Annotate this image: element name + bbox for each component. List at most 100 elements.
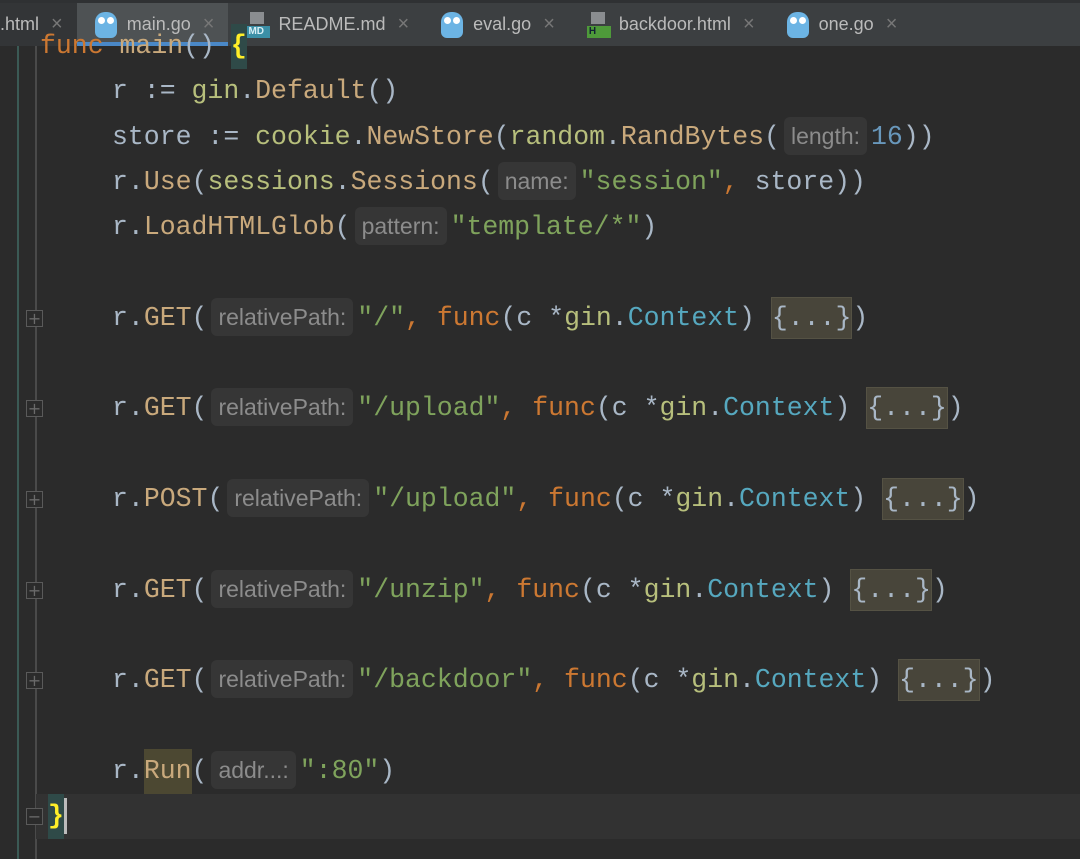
gutter-fold-line xyxy=(35,46,37,859)
code-token-ident: ) xyxy=(866,665,899,696)
code-token-ident: (c * xyxy=(579,574,644,605)
code-token-str: "/upload" xyxy=(357,393,501,424)
folded-block[interactable]: {...} xyxy=(866,387,948,430)
code-line[interactable]: r.LoadHTMLGlob(pattern: "template/*") xyxy=(112,205,657,250)
code-line[interactable]: } xyxy=(48,794,67,840)
code-token-ident: ( xyxy=(477,166,494,197)
parameter-hint: relativePath: xyxy=(227,479,370,517)
gopher-icon xyxy=(786,11,809,38)
code-token-ident: . xyxy=(611,302,628,333)
folded-block[interactable]: {...} xyxy=(898,659,980,702)
expand-fold-icon[interactable]: + xyxy=(26,581,43,599)
parameter-hint: pattern: xyxy=(354,207,447,246)
code-token-ident: ( xyxy=(191,665,208,696)
code-token-pkg: gin xyxy=(191,76,240,107)
code-token-func: LoadHTMLGlob xyxy=(143,212,335,243)
code-token-type: Context xyxy=(723,393,835,424)
tab-label: .html xyxy=(0,14,40,34)
code-token-ident: ) xyxy=(850,484,883,514)
code-token-ident: r. xyxy=(112,302,144,333)
code-token-ident: ) xyxy=(834,393,867,424)
code-token-ident: (c * xyxy=(627,665,692,696)
code-token-str: "session" xyxy=(579,166,723,197)
code-token-ident: (c * xyxy=(611,484,676,514)
code-token-ident: () xyxy=(183,31,231,61)
code-token-func: Default xyxy=(255,76,367,107)
code-token-kw: func xyxy=(40,31,120,61)
expand-fold-icon[interactable]: + xyxy=(26,491,43,508)
code-line[interactable]: r.Run(addr...: ":80") xyxy=(112,748,395,794)
code-token-ident: r. xyxy=(112,574,144,605)
code-token-func: GET xyxy=(143,302,192,333)
code-token-ident: store)) xyxy=(754,166,866,197)
close-icon[interactable]: × xyxy=(397,13,409,36)
code-token-func: POST xyxy=(143,484,208,514)
text-caret xyxy=(63,798,67,835)
tab-backdoor-html[interactable]: Hbackdoor.html × xyxy=(569,3,769,46)
code-token-ident: ( xyxy=(493,121,510,152)
code-line[interactable]: r.Use(sessions.Sessions(name: "session", … xyxy=(112,160,866,205)
tab-eval-go[interactable]: eval.go × xyxy=(423,3,569,46)
code-token-num: 16 xyxy=(871,121,903,152)
collapse-fold-icon[interactable]: − xyxy=(26,808,43,826)
code-line[interactable]: r.POST(relativePath: "/upload", func(c *g… xyxy=(112,477,980,522)
close-icon[interactable]: × xyxy=(886,13,898,36)
code-token-kw: func xyxy=(564,665,628,696)
code-token-func: GET xyxy=(143,574,192,605)
code-token-kw: func xyxy=(436,302,501,333)
code-line[interactable]: r.GET(relativePath: "/unzip", func(c *gin… xyxy=(112,568,948,613)
code-token-ident: . xyxy=(605,121,621,152)
code-token-pkg: gin xyxy=(564,302,612,333)
code-line[interactable]: r.GET(relativePath: "/", func(c *gin.Cont… xyxy=(112,296,868,341)
code-token-ident: ) xyxy=(931,574,948,605)
markdown-file-icon: MD xyxy=(246,11,271,38)
parameter-hint: relativePath: xyxy=(211,297,354,336)
close-icon[interactable]: × xyxy=(743,13,755,36)
code-token-func: GET xyxy=(143,393,192,424)
code-token-kw: , xyxy=(484,574,517,605)
code-token-pkg: cookie xyxy=(255,121,351,152)
code-line[interactable]: func main() { xyxy=(40,24,247,69)
code-editor[interactable]: func main() {r := gin.Default() store := … xyxy=(0,24,1080,859)
highlighted-identifier: Run xyxy=(143,748,192,794)
code-token-type: Context xyxy=(627,302,740,333)
folded-block[interactable]: {...} xyxy=(882,478,964,520)
expand-fold-icon[interactable]: + xyxy=(26,672,43,690)
code-token-func: main xyxy=(119,31,184,61)
expand-fold-icon[interactable]: + xyxy=(26,309,43,327)
parameter-hint: name: xyxy=(497,161,576,200)
code-token-pkg: gin xyxy=(691,665,740,696)
gopher-icon xyxy=(441,11,464,38)
code-token-ident: . xyxy=(739,665,755,696)
code-token-kw: , xyxy=(405,302,437,333)
code-line[interactable]: store := cookie.NewStore(random.RandByte… xyxy=(112,115,935,160)
code-token-ident: . xyxy=(239,76,256,107)
tab-README-md[interactable]: MD README.md × xyxy=(228,3,423,46)
code-token-str: "/" xyxy=(357,302,406,333)
code-token-ident: ) xyxy=(739,302,771,333)
tab-label: backdoor.html xyxy=(618,14,731,34)
code-token-kw: , xyxy=(500,393,533,424)
tab-one-go[interactable]: one.go × xyxy=(769,3,912,46)
code-token-type: Context xyxy=(739,484,851,514)
code-token-kw: , xyxy=(516,484,549,514)
tab-label: one.go xyxy=(818,14,874,34)
parameter-hint: relativePath: xyxy=(211,569,354,608)
code-line[interactable]: r.GET(relativePath: "/upload", func(c *gi… xyxy=(112,386,964,431)
expand-fold-icon[interactable]: + xyxy=(26,400,43,418)
code-token-ident: ) xyxy=(852,302,869,333)
code-token-ident: () xyxy=(366,76,399,107)
code-line[interactable]: r.GET(relativePath: "/backdoor", func(c *… xyxy=(112,658,995,703)
code-token-ident: ( xyxy=(334,212,351,243)
code-token-ident: ) xyxy=(947,393,964,424)
code-token-func: GET xyxy=(143,665,192,696)
code-token-ident: . xyxy=(334,166,351,197)
code-token-ident: r. xyxy=(112,665,144,696)
code-line[interactable]: r := gin.Default() xyxy=(112,69,398,114)
code-token-func: Sessions xyxy=(350,166,478,197)
code-token-pkg: gin xyxy=(659,393,708,424)
html-file-icon: H xyxy=(586,11,611,38)
close-icon[interactable]: × xyxy=(543,13,555,36)
folded-block[interactable]: {...} xyxy=(850,568,932,611)
folded-block[interactable]: {...} xyxy=(770,296,853,339)
